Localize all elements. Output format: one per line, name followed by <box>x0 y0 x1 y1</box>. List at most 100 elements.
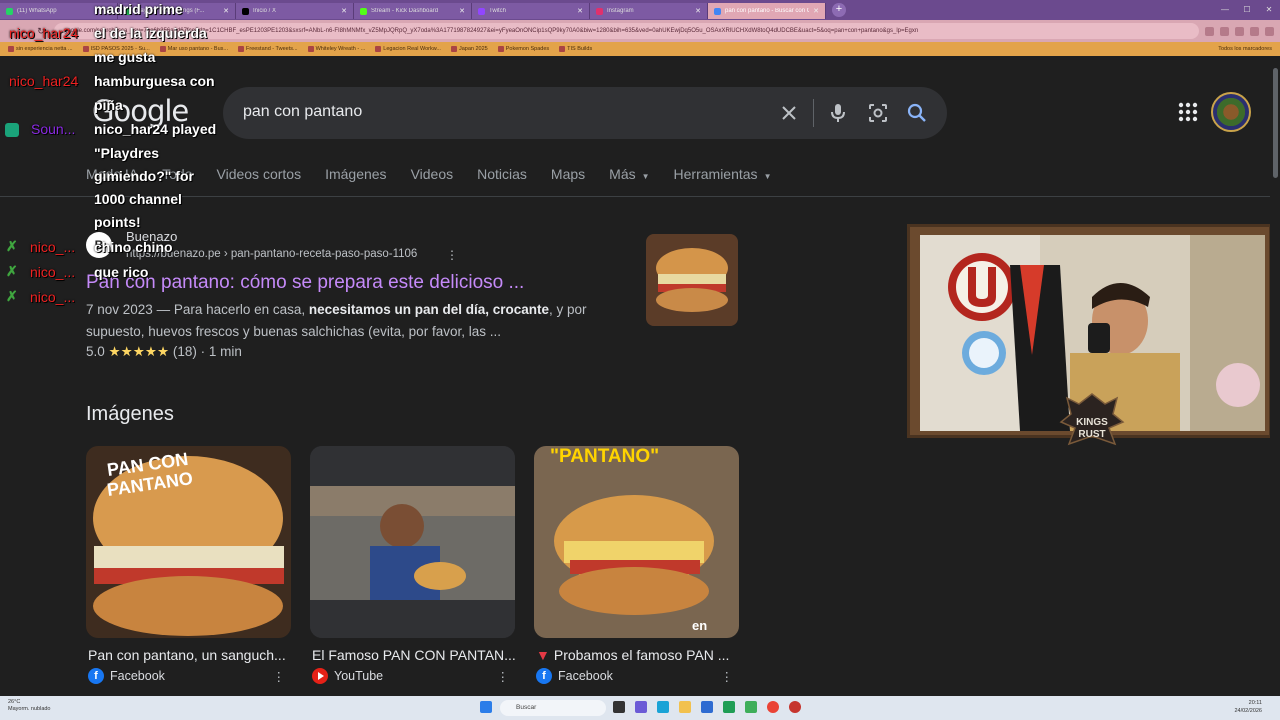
new-tab-button[interactable]: + <box>832 3 846 17</box>
image-thumbnail[interactable] <box>310 446 515 638</box>
close-tab-icon[interactable]: ✕ <box>813 7 819 15</box>
image-caption[interactable]: ▼ Probamos el famoso PAN ... <box>534 647 739 663</box>
close-tab-icon[interactable]: ✕ <box>223 7 229 15</box>
more-options-icon[interactable]: ⋮ <box>721 669 734 684</box>
bookmark-item[interactable]: sin experiencia netta ... <box>8 46 73 52</box>
close-tab-icon[interactable]: ✕ <box>577 7 583 15</box>
youtube-icon <box>312 668 328 684</box>
file-explorer-icon[interactable] <box>679 701 691 713</box>
tab-videos-cortos[interactable]: Videos cortos <box>217 166 302 182</box>
search-box[interactable]: pan con pantano <box>223 87 947 139</box>
tab-herramientas[interactable]: Herramientas ▼ <box>674 166 772 182</box>
clear-icon[interactable] <box>776 100 802 126</box>
bookmark-label: Whiteley Wreath - ... <box>315 46 366 52</box>
chat-message: piña <box>94 97 123 113</box>
edge-icon[interactable] <box>657 701 669 713</box>
more-options-icon[interactable]: ⋮ <box>273 669 286 684</box>
scrollbar-thumb[interactable] <box>1273 68 1278 178</box>
facebook-icon: f <box>88 668 104 684</box>
tab-label: Stream - Kick Dashboard <box>371 8 439 14</box>
teams-icon[interactable] <box>635 701 647 713</box>
close-window-icon[interactable]: ✕ <box>1258 0 1280 20</box>
extension-icons <box>1205 26 1274 36</box>
more-options-icon[interactable]: ⋮ <box>497 669 510 684</box>
source-label: Facebook <box>558 669 613 683</box>
snippet-bold: necesitamos un pan del día, crocante <box>308 302 549 317</box>
menu-icon[interactable] <box>1265 26 1274 36</box>
browser-tab[interactable]: Instagram ✕ <box>590 3 708 19</box>
tab-maps[interactable]: Maps <box>551 166 585 182</box>
result-thumbnail[interactable] <box>646 234 738 326</box>
app-icon[interactable] <box>745 701 757 713</box>
image-source[interactable]: f Facebook ⋮ <box>534 668 739 684</box>
chat-username: nico_... <box>30 239 76 255</box>
apps-grid-icon[interactable] <box>1177 101 1199 123</box>
tab-imagenes[interactable]: Imágenes <box>325 166 386 182</box>
bookmark-star-icon[interactable] <box>1205 26 1214 36</box>
image-source[interactable]: YouTube ⋮ <box>310 668 515 684</box>
close-tab-icon[interactable]: ✕ <box>341 7 347 15</box>
source-label: YouTube <box>334 669 384 683</box>
extension-icon[interactable] <box>1235 26 1244 36</box>
start-menu-icon[interactable] <box>480 701 492 713</box>
app-icon[interactable] <box>789 701 801 713</box>
bookmark-item[interactable]: Japan 2025 <box>450 46 488 52</box>
image-thumbnail[interactable]: PAN CON PANTANO <box>86 446 291 638</box>
more-options-icon[interactable]: ⋮ <box>446 248 458 262</box>
tab-videos[interactable]: Videos <box>411 166 454 182</box>
tab-label: pan con pantano - Buscar con G... <box>725 8 810 14</box>
bookmark-item[interactable]: Legacion Real Workw... <box>375 46 441 52</box>
tab-label: Instagram <box>607 8 634 14</box>
minimize-icon[interactable]: — <box>1214 0 1236 20</box>
excel-icon[interactable] <box>723 701 735 713</box>
bookmark-icon <box>8 46 14 52</box>
image-card[interactable]: "PANTANO" en ▼ Probamos el famoso PAN ...… <box>534 446 739 684</box>
image-caption[interactable]: Pan con pantano, un sanguch... <box>86 647 291 663</box>
header-divider <box>0 196 1270 197</box>
bookmark-item[interactable]: Mar uso pantano - Bus... <box>159 46 228 52</box>
chat-message: que rico <box>94 264 149 280</box>
system-clock[interactable]: 20:11 24/02/2026 <box>1234 699 1262 715</box>
search-icon[interactable] <box>904 100 930 126</box>
result-title-link[interactable]: Pan con pantano: cómo se prepara este de… <box>86 272 524 294</box>
url-input[interactable]: google.com/search?sca_esv=7be6b356a4d67f… <box>54 23 1199 39</box>
browser-tab[interactable]: Stream - Kick Dashboard ✕ <box>354 3 472 19</box>
browser-tab[interactable]: Twitch ✕ <box>472 3 590 19</box>
bookmark-item[interactable]: TIS Builds <box>559 46 592 52</box>
facebook-icon: f <box>536 668 552 684</box>
extension-icon[interactable] <box>1220 26 1229 36</box>
store-icon[interactable] <box>701 701 713 713</box>
image-source[interactable]: f Facebook ⋮ <box>86 668 291 684</box>
tab-noticias[interactable]: Noticias <box>477 166 527 182</box>
chrome-icon[interactable] <box>767 701 779 713</box>
image-card[interactable]: El Famoso PAN CON PANTAN... YouTube ⋮ <box>310 446 515 684</box>
x-icon <box>242 7 249 15</box>
microphone-icon[interactable] <box>825 100 851 126</box>
lens-icon[interactable] <box>865 100 891 126</box>
rating-value: 5.0 <box>86 344 105 359</box>
maximize-icon[interactable]: ☐ <box>1236 0 1258 20</box>
bookmark-item[interactable]: Pokemon Spades <box>497 46 549 52</box>
browser-tab-active[interactable]: pan con pantano - Buscar con G... ✕ <box>708 3 826 19</box>
profile-icon[interactable] <box>1250 26 1259 36</box>
bookmark-label: Japan 2025 <box>458 46 488 52</box>
weather-widget[interactable]: 26°C Mayorm. nublado <box>8 699 51 713</box>
image-card[interactable]: PAN CON PANTANO Pan con pantano, un sang… <box>86 446 291 684</box>
image-caption[interactable]: El Famoso PAN CON PANTAN... <box>310 647 515 663</box>
bookmark-item[interactable]: Freestand - Tweets... <box>238 46 298 52</box>
close-tab-icon[interactable]: ✕ <box>459 7 465 15</box>
bookmark-item[interactable]: Whiteley Wreath - ... <box>307 46 366 52</box>
task-view-icon[interactable] <box>613 701 625 713</box>
scrollbar[interactable] <box>1270 60 1280 696</box>
image-thumbnail[interactable]: "PANTANO" en <box>534 446 739 638</box>
bookmark-label: sin experiencia netta ... <box>16 46 73 52</box>
browser-tab[interactable]: Inicio / X ✕ <box>236 3 354 19</box>
account-avatar[interactable] <box>1211 92 1251 132</box>
taskbar-search[interactable]: Buscar <box>500 700 606 716</box>
chevron-down-icon: ▼ <box>763 172 772 181</box>
search-input[interactable]: pan con pantano <box>243 103 362 121</box>
close-tab-icon[interactable]: ✕ <box>695 7 701 15</box>
browser-tab-strip: (11) WhatsApp ✕ Playlist - Maps Songs (F.… <box>0 0 1280 20</box>
tab-mas[interactable]: Más ▼ <box>609 166 649 182</box>
all-bookmarks[interactable]: Todos los marcadores <box>1218 46 1272 52</box>
